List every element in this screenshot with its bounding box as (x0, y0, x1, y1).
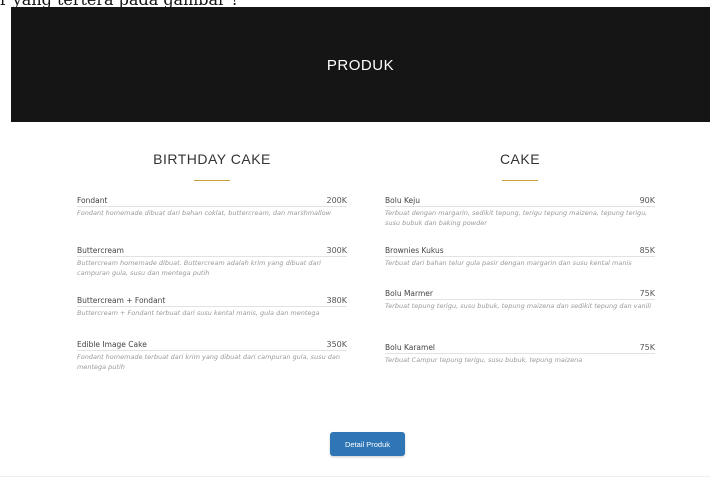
product-item-head: Brownies Kukus 85K (385, 246, 655, 257)
product-item: Fondant 200K Fondant homemade dibuat dar… (77, 196, 347, 246)
footer-divider (0, 476, 710, 477)
product-name: Buttercream (77, 246, 124, 255)
product-name: Buttercream + Fondant (77, 296, 166, 305)
section-underline (194, 180, 230, 181)
product-description: Buttercream + Fondant terbuat dari susu … (77, 309, 320, 317)
product-description: Terbuat Campur tepung terigu, susu bubuk… (385, 356, 583, 364)
product-name: Edible Image Cake (77, 340, 147, 349)
product-item: Bolu Keju 90K Terbuat dengan margarin, s… (385, 196, 655, 246)
product-description: Terbuat dengan margarin, sedikit tepung,… (385, 209, 648, 227)
product-price: 75K (639, 343, 655, 352)
product-description: Terbuat tepung terigu, susu bubuk, tepun… (385, 302, 652, 310)
product-item-head: Bolu Karamel 75K (385, 343, 655, 354)
product-item-head: Bolu Keju 90K (385, 196, 655, 207)
product-description: Terbuat dari bahan telur gula pasir deng… (385, 259, 632, 267)
product-price: 85K (639, 246, 655, 255)
product-description: Buttercream homemade dibuat. Buttercream… (77, 259, 321, 277)
product-price: 90K (639, 196, 655, 205)
section-underline (502, 180, 538, 181)
product-description: Fondant homemade dibuat dari bahan cokla… (77, 209, 331, 217)
product-name: Bolu Marmer (385, 289, 433, 298)
product-price: 300K (326, 246, 347, 255)
product-name: Bolu Keju (385, 196, 420, 205)
product-item-head: Fondant 200K (77, 196, 347, 207)
cake-section: CAKE Bolu Keju 90K Terbuat dengan margar… (385, 150, 655, 383)
product-price: 350K (326, 340, 347, 349)
product-item-head: Edible Image Cake 350K (77, 340, 347, 351)
product-price: 200K (326, 196, 347, 205)
product-name: Fondant (77, 196, 108, 205)
section-title-cake: CAKE (499, 151, 541, 167)
product-price: 75K (639, 289, 655, 298)
product-item: Brownies Kukus 85K Terbuat dari bahan te… (385, 246, 655, 289)
product-name: Bolu Karamel (385, 343, 436, 352)
product-item-head: Buttercream 300K (77, 246, 347, 257)
product-item: Edible Image Cake 350K Fondant homemade … (77, 340, 347, 380)
section-title-birthday-cake: BIRTHDAY CAKE (153, 151, 271, 167)
product-name: Brownies Kukus (385, 246, 444, 255)
page-title: PRODUK (326, 57, 395, 74)
detail-produk-button[interactable]: Detail Produk (330, 432, 405, 456)
birthday-cake-section: BIRTHDAY CAKE Fondant 200K Fondant homem… (77, 150, 347, 380)
product-item-head: Buttercream + Fondant 380K (77, 296, 347, 307)
product-item-head: Bolu Marmer 75K (385, 289, 655, 300)
product-description: Fondant homemade terbuat dari krim yang … (77, 353, 340, 371)
product-price: 380K (326, 296, 347, 305)
product-item: Bolu Marmer 75K Terbuat tepung terigu, s… (385, 289, 655, 343)
product-item: Buttercream + Fondant 380K Buttercream +… (77, 296, 347, 340)
product-item: Bolu Karamel 75K Terbuat Campur tepung t… (385, 343, 655, 383)
hero-banner: PRODUK (11, 7, 710, 122)
product-item: Buttercream 300K Buttercream homemade di… (77, 246, 347, 296)
